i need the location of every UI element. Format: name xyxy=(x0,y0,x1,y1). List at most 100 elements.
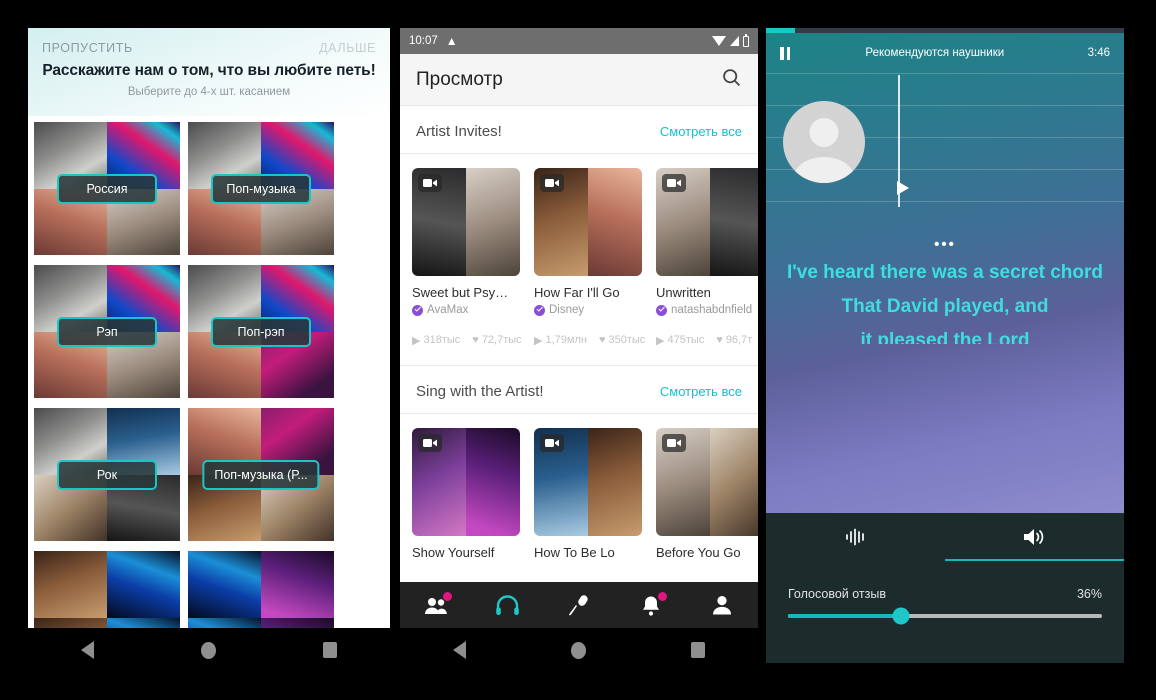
thumb-image xyxy=(710,168,758,276)
video-camera-icon xyxy=(662,434,686,452)
page-subtitle: Выберите до 4-х шт. касанием xyxy=(127,86,291,98)
battery-icon xyxy=(743,33,749,47)
genre-tile-label: Поп-музыка xyxy=(211,173,311,204)
nav-item-profile[interactable] xyxy=(707,592,737,618)
recents-square-icon[interactable] xyxy=(322,642,337,658)
video-card[interactable]: How To Be Lo xyxy=(534,428,642,560)
skip-button[interactable]: ПРОПУСТИТЬ xyxy=(42,41,133,55)
nav-item-feed[interactable] xyxy=(421,592,452,618)
lyrics-line-3: it pleased the Lord xyxy=(860,330,1030,344)
collage-quadrant xyxy=(107,617,180,628)
lyrics-stage: Рекомендуются наушники 3:46 ••• I've hea… xyxy=(766,33,1124,513)
browse-panel: 10:07 ▲ Просмотр Artist Invites! Смотрет… xyxy=(400,28,758,628)
genre-tile[interactable]: Поп-музыка xyxy=(188,122,334,255)
like-count: ♥ 72,7тыс xyxy=(472,334,522,346)
see-all-link[interactable]: Смотреть все xyxy=(660,124,742,139)
tab-waveform[interactable] xyxy=(766,513,945,561)
play-triangle-icon xyxy=(897,181,909,195)
slider-knob[interactable] xyxy=(892,607,910,625)
play-count: ▶ 318тыс xyxy=(412,334,461,347)
nav-item-notifications[interactable] xyxy=(636,592,667,618)
onboarding-genre-panel: ПРОПУСТИТЬ ДАЛЬШЕ Расскажите нам о том, … xyxy=(28,28,390,628)
onboarding-header: ПРОПУСТИТЬ ДАЛЬШЕ Расскажите нам о том, … xyxy=(28,28,390,116)
genre-tile[interactable]: Рок xyxy=(34,408,180,541)
status-time: 10:07 xyxy=(409,35,438,47)
app-bar: Просмотр xyxy=(400,54,758,106)
card-row-artist-invites[interactable]: Sweet but Psy… AvaMax ▶ 318тыс ♥ 72,7тыс H… xyxy=(400,154,758,347)
section-header-artist-invites: Artist Invites! Смотреть все xyxy=(400,106,758,153)
play-count: ▶ 1,79млн xyxy=(534,334,587,347)
avatar xyxy=(783,101,865,183)
card-thumbnail[interactable] xyxy=(534,428,642,536)
effects-tabs xyxy=(766,513,1124,561)
like-count: ♥ 350тыс xyxy=(598,334,646,346)
card-thumbnail[interactable] xyxy=(656,428,758,536)
recents-square-icon[interactable] xyxy=(691,642,706,658)
genre-tile[interactable] xyxy=(188,551,334,628)
collage-quadrant xyxy=(34,617,107,628)
section-header-sing-with-artist: Sing with the Artist! Смотреть все xyxy=(400,366,758,413)
card-title: Unwritten xyxy=(656,285,711,300)
back-triangle-icon[interactable] xyxy=(452,641,466,659)
home-circle-icon[interactable] xyxy=(570,641,586,659)
song-duration: 3:46 xyxy=(1087,47,1110,59)
card-thumbnail[interactable] xyxy=(412,168,520,276)
genre-grid: Россия Поп-музыка Рэп Поп-рэп Рок Поп-му… xyxy=(28,116,390,628)
card-stats: ▶ 475тыс ♥ 96,7т xyxy=(656,334,758,347)
genre-tile[interactable]: Поп-музыка (Р... xyxy=(188,408,334,541)
voice-feedback-control: Голосовой отзыв 36% xyxy=(766,561,1124,625)
notification-badge xyxy=(657,592,667,601)
search-icon[interactable] xyxy=(721,67,742,93)
notification-badge xyxy=(442,592,452,601)
status-bar: 10:07 ▲ xyxy=(400,28,758,54)
thumb-image xyxy=(588,428,642,536)
video-card[interactable]: Unwritten natashabdnfield ▶ 475тыс ♥ 96,7т xyxy=(656,168,758,347)
wifi-icon xyxy=(712,36,726,46)
video-camera-icon xyxy=(418,174,442,192)
lyrics-line-2: That David played, and xyxy=(841,296,1049,317)
singing-player-panel: Рекомендуются наушники 3:46 ••• I've hea… xyxy=(766,28,1124,663)
genre-tile-label: Россия xyxy=(57,173,157,204)
back-triangle-icon[interactable] xyxy=(81,641,95,659)
headphones-hint: Рекомендуются наушники xyxy=(865,47,1005,59)
video-card[interactable]: Sweet but Psy… AvaMax ▶ 318тыс ♥ 72,7тыс xyxy=(412,168,522,347)
home-circle-icon[interactable] xyxy=(200,641,216,659)
player-top-bar: Рекомендуются наушники 3:46 xyxy=(766,33,1124,73)
nav-item-listen[interactable] xyxy=(492,592,522,618)
card-thumbnail[interactable] xyxy=(534,168,642,276)
artist-name: AvaMax xyxy=(427,304,469,316)
collage-quadrant xyxy=(261,551,334,618)
card-row-sing-with-artist[interactable]: Show Yourself How To Be Lo Before You Go xyxy=(400,414,758,560)
nav-item-sing[interactable] xyxy=(564,592,594,618)
verified-badge-icon xyxy=(412,304,423,316)
page-title: Просмотр xyxy=(416,68,503,90)
video-card[interactable]: How Far I'll Go Disney ▶ 1,79млн ♥ 350тыс xyxy=(534,168,646,347)
bottom-navigation-bar xyxy=(400,582,758,628)
player-controls: Голосовой отзыв 36% xyxy=(766,513,1124,663)
slider-fill xyxy=(788,614,902,618)
slider-label: Голосовой отзыв xyxy=(788,587,887,601)
heart-icon: ♥ xyxy=(472,334,479,346)
next-button[interactable]: ДАЛЬШЕ xyxy=(319,41,376,55)
video-card[interactable]: Before You Go xyxy=(656,428,758,560)
tab-volume[interactable] xyxy=(945,513,1124,561)
genre-tile[interactable]: Россия xyxy=(34,122,180,255)
genre-tile[interactable]: Поп-рэп xyxy=(188,265,334,398)
see-all-link[interactable]: Смотреть все xyxy=(660,384,742,399)
android-navigation-bar xyxy=(28,628,390,672)
genre-tile[interactable]: Рэп xyxy=(34,265,180,398)
lyrics-block: ••• I've heard there was a secret chord … xyxy=(766,237,1124,344)
video-camera-icon xyxy=(540,174,564,192)
card-thumbnail[interactable] xyxy=(656,168,758,276)
genre-tile[interactable] xyxy=(34,551,180,628)
card-title: How Far I'll Go xyxy=(534,285,620,300)
avatar-body xyxy=(793,157,855,183)
page-title: Расскажите нам о том, что вы любите петь… xyxy=(42,62,376,79)
voice-feedback-slider[interactable] xyxy=(788,607,1102,625)
card-thumbnail[interactable] xyxy=(412,428,520,536)
video-card[interactable]: Show Yourself xyxy=(412,428,520,560)
card-title: Before You Go xyxy=(656,545,741,560)
status-icons xyxy=(712,33,749,47)
artist-name: Disney xyxy=(549,304,585,316)
collage-quadrant xyxy=(188,617,261,628)
